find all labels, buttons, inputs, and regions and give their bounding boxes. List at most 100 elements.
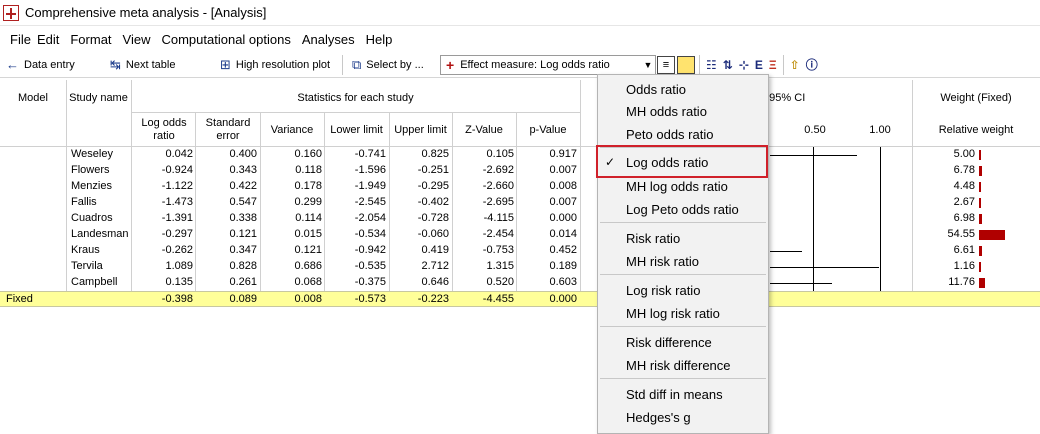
header-weight-group: Weight (Fixed) (940, 92, 1012, 104)
study-name-cell: Tervila (71, 260, 103, 272)
stat-cell-lor: 0.135 (165, 276, 193, 288)
study-name-cell: Weseley (71, 148, 113, 160)
dd-item-risk-ratio[interactable]: Risk ratio (598, 227, 768, 249)
dd-item-odds-ratio[interactable]: Odds ratio (598, 78, 768, 100)
stat-cell-var: 0.121 (294, 244, 322, 256)
stat-cell-lor: -1.391 (161, 212, 193, 224)
fixed-stat-cell-var: 0.008 (294, 293, 322, 305)
title-bar: Comprehensive meta analysis - [Analysis] (0, 0, 1040, 26)
dd-item-mh-risk-ratio[interactable]: MH risk ratio (598, 250, 768, 272)
header-ci: d 95% CI (760, 92, 806, 104)
stat-cell-ul: 0.419 (421, 244, 449, 256)
stat-cell-se: 0.547 (229, 196, 257, 208)
weight-bar (979, 182, 981, 192)
stat-cell-lor: -0.262 (161, 244, 193, 256)
stat-cell-lor: -1.473 (161, 196, 193, 208)
menu-file[interactable]: File (0, 32, 34, 47)
header-z-value: Z-Value (465, 124, 503, 136)
table-row[interactable]: Campbell 0.135 0.261 0.068 -0.375 0.646 0.520 0… (0, 275, 1040, 291)
dd-item-mh-risk-difference[interactable]: MH risk difference (598, 354, 768, 376)
header-p-value: p-Value (529, 124, 567, 136)
menu-computational-options[interactable]: Computational options (153, 32, 293, 47)
dd-item-mh-log-odds-ratio[interactable]: MH log odds ratio (598, 175, 768, 197)
columns-icon[interactable]: ☷ (706, 58, 717, 72)
dd-item-mh-odds-ratio[interactable]: MH odds ratio (598, 100, 768, 122)
stat-cell-p: 0.452 (549, 244, 577, 256)
menu-format[interactable]: Format (62, 32, 114, 47)
dd-item-peto-odds-ratio[interactable]: Peto odds ratio (598, 123, 768, 145)
menu-view[interactable]: View (115, 32, 154, 47)
stat-cell-se: 0.343 (229, 164, 257, 176)
list-view-icon[interactable]: ≡ (657, 55, 675, 74)
relative-weight-cell: 6.61 (953, 244, 975, 256)
fixed-stat-cell-z: -4.455 (482, 293, 514, 305)
relative-weight-cell: 1.16 (953, 260, 975, 272)
next-table-button[interactable]: ↹ Next table (104, 54, 214, 76)
fixed-stat-cell-lor: -0.398 (161, 293, 193, 305)
highlight-icon[interactable] (677, 55, 695, 74)
plus-icon: + (446, 56, 455, 73)
stat-cell-ll: -0.534 (354, 228, 386, 240)
dd-item-log-risk-ratio[interactable]: Log risk ratio (598, 279, 768, 301)
stat-cell-ul: -0.728 (417, 212, 449, 224)
format-red-icon[interactable]: Ξ (769, 58, 777, 72)
stat-cell-p: 0.008 (549, 180, 577, 192)
menu-bar: File Edit Format View Computational opti… (0, 28, 1040, 50)
axis-tick-100: 1.00 (869, 124, 891, 136)
table-row[interactable]: Menzies -1.122 0.422 0.178 -1.949 -0.295 -2.66… (0, 179, 1040, 195)
dd-item-risk-difference[interactable]: Risk difference (598, 331, 768, 353)
ci-line (770, 267, 879, 268)
header-log-odds-ratio: Log odds ratio (141, 117, 187, 142)
data-entry-button[interactable]: ← Data entry (0, 54, 104, 76)
stat-cell-p: 0.007 (549, 196, 577, 208)
stat-cell-ul: -0.295 (417, 180, 449, 192)
table-row[interactable]: Landesman -0.297 0.121 0.015 -0.534 -0.060 -2.… (0, 227, 1040, 243)
stat-cell-ll: -0.375 (354, 276, 386, 288)
weight-bar (979, 214, 982, 224)
dd-item-std-diff-in-means[interactable]: Std diff in means (598, 383, 768, 405)
table-row[interactable]: Fallis -1.473 0.547 0.299 -2.545 -0.402 -2.695… (0, 195, 1040, 211)
table-row[interactable]: Weseley 0.042 0.400 0.160 -0.741 0.825 0.105 0.… (0, 147, 1040, 163)
high-res-plot-label: High resolution plot (235, 58, 331, 71)
stat-cell-lor: 1.089 (165, 260, 193, 272)
table-row[interactable]: Flowers -0.924 0.343 0.118 -1.596 -0.251 -2.69… (0, 163, 1040, 179)
dropdown-arrow-icon[interactable]: ▼ (641, 60, 655, 70)
select-by-button[interactable]: ⧉ Select by ... (346, 54, 438, 76)
plot-toggle-icon[interactable]: ⊹ (739, 58, 749, 72)
high-res-plot-button[interactable]: ⊞ High resolution plot (214, 54, 339, 76)
dd-item-mh-log-risk-ratio[interactable]: MH log risk ratio (598, 302, 768, 324)
relative-weight-cell: 5.00 (953, 148, 975, 160)
format-e-icon[interactable]: Ε (755, 58, 763, 72)
dropdown-divider (600, 274, 766, 275)
table-row[interactable]: Kraus -0.262 0.347 0.121 -0.942 0.419 -0.753 0.… (0, 243, 1040, 259)
select-icon: ⧉ (352, 56, 362, 72)
stat-cell-z: 0.105 (486, 148, 514, 160)
selection-highlight-box (596, 145, 768, 178)
window-title: Comprehensive meta analysis - [Analysis] (25, 5, 267, 20)
stat-cell-ll: -1.949 (354, 180, 386, 192)
menu-analyses[interactable]: Analyses (294, 32, 358, 47)
toolbar: ← Data entry ↹ Next table ⊞ High resolut… (0, 52, 1040, 78)
sort-icon[interactable]: ⇅ (723, 58, 733, 72)
effect-measure-select[interactable]: + Effect measure: Log odds ratio ▼ (440, 54, 656, 75)
help-icon[interactable]: ⓘ (806, 56, 818, 73)
table-row[interactable]: Cuadros -1.391 0.338 0.114 -2.054 -0.728 -4.11… (0, 211, 1040, 227)
stat-cell-ll: -0.741 (354, 148, 386, 160)
study-name-cell: Campbell (71, 276, 118, 288)
menu-help[interactable]: Help (358, 32, 396, 47)
dd-item-hedges-g[interactable]: Hedges's g (598, 406, 768, 428)
header-relative-weight: Relative weight (938, 124, 1014, 136)
dd-item-log-peto-odds-ratio[interactable]: Log Peto odds ratio (598, 198, 768, 220)
fixed-summary-row[interactable]: Fixed -0.398 0.089 0.008 -0.573 -0.223 -4.455 0… (0, 291, 1040, 307)
stat-cell-var: 0.114 (295, 212, 322, 224)
stat-cell-ul: -0.251 (417, 164, 449, 176)
stat-cell-var: 0.178 (294, 180, 322, 192)
stat-cell-var: 0.686 (294, 260, 322, 272)
table-row[interactable]: Tervila 1.089 0.828 0.686 -0.535 2.712 1.315 0.… (0, 259, 1040, 275)
up-arrow-icon[interactable]: ⇧ (790, 58, 800, 72)
stat-cell-ll: -0.942 (354, 244, 386, 256)
stat-cell-p: 0.014 (549, 228, 577, 240)
effect-measure-label: Effect measure: Log odds ratio (460, 58, 610, 71)
menu-edit[interactable]: Edit (34, 32, 62, 47)
study-name-cell: Flowers (71, 164, 110, 176)
